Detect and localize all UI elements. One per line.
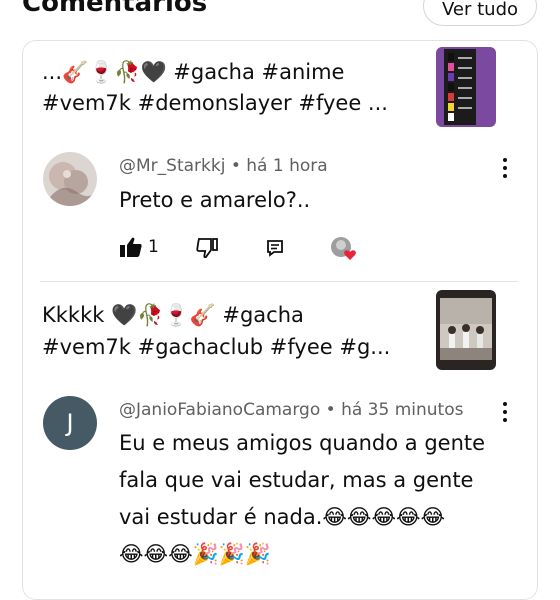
comment-text: Preto e amarelo?.. xyxy=(119,188,311,212)
comment-meta: @Mr_Starkkj • há 1 hora xyxy=(119,156,328,176)
meta-separator: • xyxy=(325,400,342,420)
video-title-line[interactable]: Kkkkk 🖤🥀🍷🎸 #gacha xyxy=(42,300,422,331)
comments-heading: Comentários xyxy=(22,0,208,18)
reply-button[interactable] xyxy=(266,239,284,257)
view-all-button[interactable]: Ver tudo xyxy=(423,0,537,26)
comment-text-line: Eu e meus amigos quando a gente xyxy=(119,431,486,455)
video-thumbnail[interactable] xyxy=(436,47,496,127)
heart-icon xyxy=(331,237,356,260)
avatar-image xyxy=(43,152,97,206)
comment-text-line: 😂😂😂🎉🎉🎉 xyxy=(119,542,272,566)
video-title-line[interactable]: ...🎸🍷🥀🖤 #gacha #anime xyxy=(42,57,422,88)
meta-separator: • xyxy=(230,156,247,176)
video-title-line[interactable]: #vem7k #demonslayer #fyee ... xyxy=(42,88,422,119)
thumbnail-image xyxy=(436,47,496,127)
comment-time: há 35 minutos xyxy=(341,400,464,420)
comment-text-line: vai estudar é nada.😂😂😂😂😂 xyxy=(119,505,446,529)
comment-text-line: fala que vai estudar, mas a gente xyxy=(119,468,474,492)
thumbnail-image xyxy=(436,290,496,370)
avatar[interactable]: J xyxy=(43,396,97,450)
video-title-line[interactable]: #vem7k #gachaclub #fyee #g... xyxy=(42,332,422,363)
comment-author[interactable]: @Mr_Starkkj xyxy=(119,156,225,176)
more-options-icon[interactable] xyxy=(495,399,515,425)
video-thumbnail[interactable] xyxy=(436,290,496,370)
thumb-up-icon xyxy=(120,237,142,257)
like-button[interactable]: 1 xyxy=(120,237,159,257)
avatar[interactable] xyxy=(43,152,97,206)
comment-time: há 1 hora xyxy=(246,156,328,176)
creator-heart xyxy=(330,236,358,262)
comment-meta: @JanioFabianoCamargo • há 35 minutos xyxy=(119,400,463,420)
thumb-down-icon xyxy=(196,238,218,258)
dislike-button[interactable] xyxy=(196,238,218,258)
comment-author[interactable]: @JanioFabianoCamargo xyxy=(119,400,320,420)
like-count: 1 xyxy=(148,237,159,257)
divider xyxy=(40,281,518,282)
reply-icon xyxy=(267,240,283,257)
more-options-icon[interactable] xyxy=(495,155,515,181)
avatar-letter: J xyxy=(66,409,74,437)
